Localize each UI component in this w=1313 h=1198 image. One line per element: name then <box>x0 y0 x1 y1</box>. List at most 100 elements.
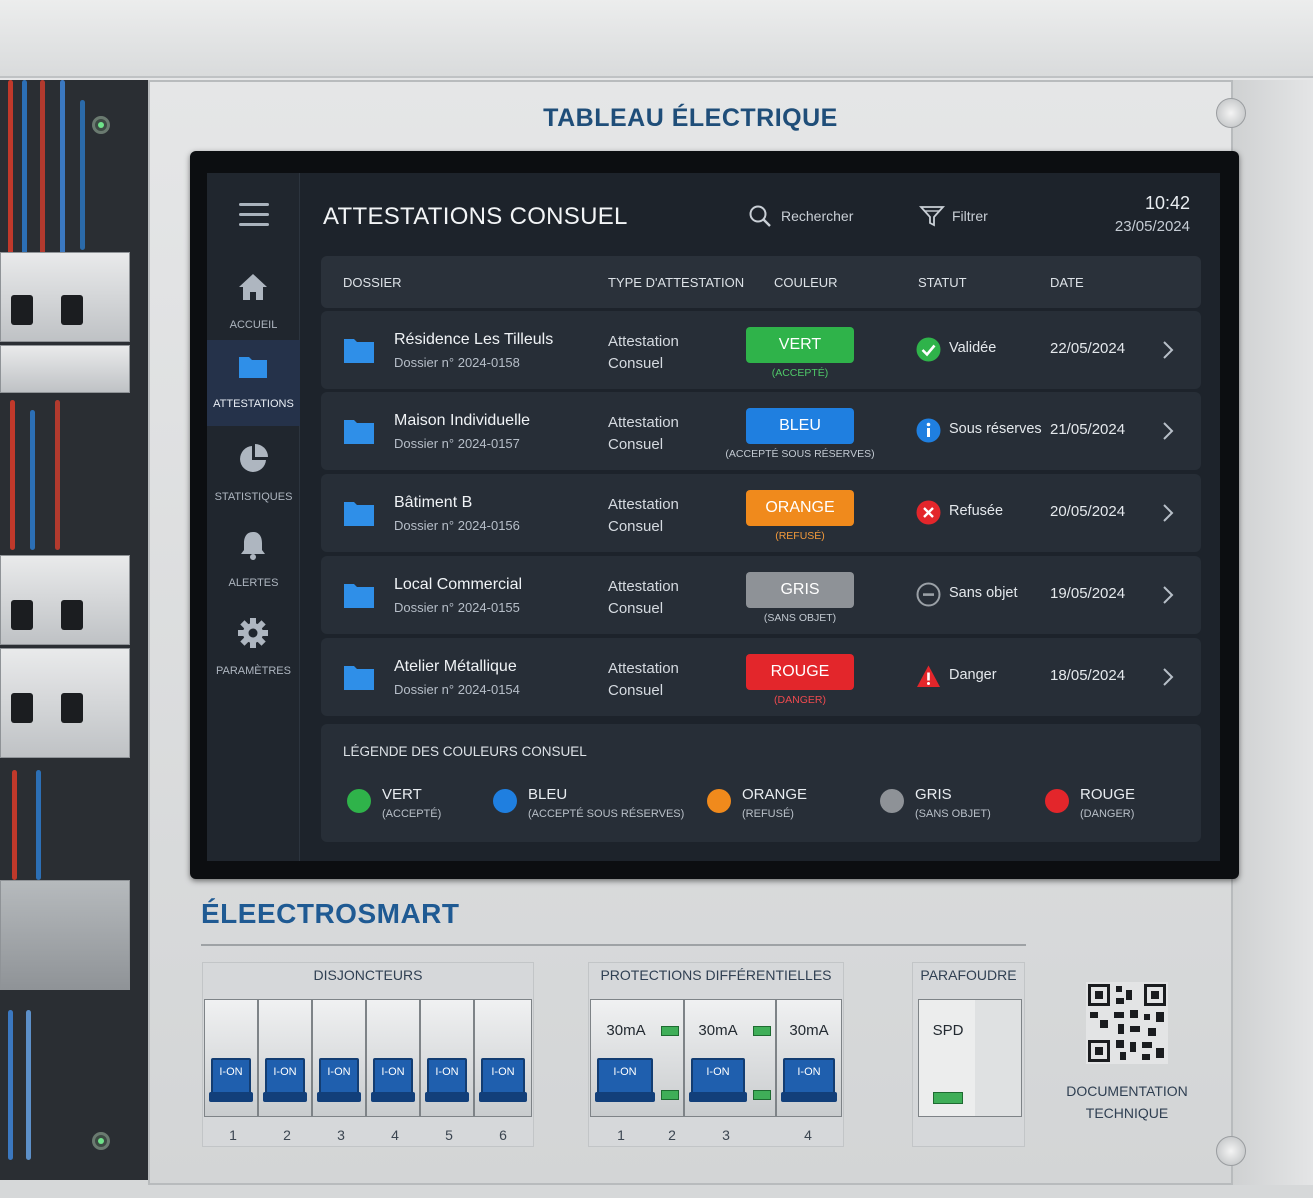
rcd-lever[interactable]: I-ON <box>689 1058 747 1102</box>
wire <box>26 1010 31 1160</box>
folder-icon <box>239 357 267 378</box>
folder-icon <box>344 420 374 444</box>
color-badge: ROUGE <box>746 654 854 690</box>
led-indicator <box>92 1132 110 1150</box>
chevron-right-icon[interactable] <box>1161 339 1175 361</box>
x-circle-icon <box>916 500 941 525</box>
col-statut: STATUT <box>918 275 967 290</box>
table-row[interactable]: Local Commercial Dossier n° 2024-0155 At… <box>321 556 1201 634</box>
panel-title: TABLEAU ÉLECTRIQUE <box>543 104 838 132</box>
rcd-2[interactable]: 30mA I-ON <box>684 999 776 1117</box>
legend-dot <box>1045 789 1069 813</box>
gear-icon <box>238 618 268 648</box>
table-row[interactable]: Résidence Les Tilleuls Dossier n° 2024-0… <box>321 311 1201 389</box>
search-label: Rechercher <box>781 208 854 224</box>
col-dossier: DOSSIER <box>343 275 402 290</box>
search-button[interactable]: Rechercher <box>747 203 853 229</box>
breaker-lever[interactable]: I-ON <box>371 1058 415 1102</box>
folder-icon <box>344 666 374 690</box>
status-text: Danger <box>949 667 997 683</box>
nav-statistiques[interactable]: STATISTIQUES <box>207 433 300 519</box>
breaker-6[interactable]: I-ON <box>474 999 532 1117</box>
touch-screen: ACCUEIL ATTESTATIONS STATISTIQUES ALERTE… <box>207 173 1220 861</box>
col-type: TYPE D'ATTESTATION <box>608 275 745 290</box>
nav-parametres[interactable]: PARAMÈTRES <box>207 607 300 693</box>
breaker-2[interactable]: I-ON <box>258 999 312 1117</box>
chevron-right-icon[interactable] <box>1161 502 1175 524</box>
rcd-lever[interactable]: I-ON <box>781 1058 837 1102</box>
filter-button[interactable]: Filtrer <box>919 203 988 229</box>
documentation-link[interactable]: DOCUMENTATION TECHNIQUE <box>1050 1080 1204 1124</box>
breaker-handle <box>11 693 33 723</box>
clock: 10:42 23/05/2024 <box>1115 193 1190 235</box>
spd-label: SPD <box>932 1022 964 1039</box>
color-sub: (ACCEPTÉ) <box>771 367 829 379</box>
nav-attestations[interactable]: ATTESTATIONS <box>207 340 300 426</box>
indicator-lamp <box>753 1026 771 1036</box>
group-title: PROTECTIONS DIFFÉRENTIELLES <box>600 967 832 983</box>
disjoncteurs-group: DISJONCTEURS I-ON I-ON I-ON I-ON I-ON I-… <box>202 962 534 1147</box>
indicator-lamp <box>753 1090 771 1100</box>
chevron-right-icon[interactable] <box>1161 420 1175 442</box>
filter-icon <box>919 206 945 227</box>
breaker-handle <box>61 600 83 630</box>
breaker-lever[interactable]: I-ON <box>209 1058 253 1102</box>
breaker-1[interactable]: I-ON <box>204 999 258 1117</box>
col-date: DATE <box>1050 275 1084 290</box>
wire <box>55 400 60 550</box>
breaker-lever[interactable]: I-ON <box>479 1058 527 1102</box>
wire <box>36 770 41 880</box>
nav-label: ALERTES <box>228 577 279 589</box>
status-text: Validée <box>949 340 997 356</box>
qr-code-icon[interactable] <box>1086 982 1168 1064</box>
info-circle-icon <box>916 418 941 443</box>
legend-name: ROUGE <box>1080 786 1136 803</box>
breaker-lever[interactable]: I-ON <box>263 1058 307 1102</box>
breaker-number: 3 <box>337 1127 345 1143</box>
breaker-lever[interactable]: I-ON <box>425 1058 469 1102</box>
chevron-right-icon[interactable] <box>1161 584 1175 606</box>
folder-icon <box>344 584 374 608</box>
legend-sub: (SANS OBJET) <box>915 808 991 820</box>
indicator-lamp <box>661 1026 679 1036</box>
legend-sub: (DANGER) <box>1080 808 1135 820</box>
wire <box>12 770 17 880</box>
row-date: 18/05/2024 <box>1050 667 1126 684</box>
color-badge: ORANGE <box>746 490 854 526</box>
doc-line2: TECHNIQUE <box>1085 1105 1169 1121</box>
nav-alertes[interactable]: ALERTES <box>207 519 300 605</box>
minus-circle-icon <box>916 582 941 607</box>
nav-accueil[interactable]: ACCUEIL <box>207 261 300 347</box>
breaker-number: 4 <box>391 1127 399 1143</box>
breaker-module <box>0 345 130 393</box>
dossier-name: Maison Individuelle <box>394 412 531 429</box>
breaker-handle <box>11 600 33 630</box>
dossier-name: Local Commercial <box>394 576 523 593</box>
wire <box>60 80 65 260</box>
chevron-right-icon[interactable] <box>1161 666 1175 688</box>
breaker-lever[interactable]: I-ON <box>317 1058 361 1102</box>
hamburger-menu-icon[interactable] <box>239 203 269 227</box>
legend-title: LÉGENDE DES COULEURS CONSUEL <box>343 744 587 759</box>
breaker-4[interactable]: I-ON <box>366 999 420 1117</box>
doc-line1: DOCUMENTATION <box>1066 1083 1188 1099</box>
home-icon <box>239 274 267 300</box>
rcd-rating: 30mA <box>789 1022 829 1039</box>
divider <box>201 944 1026 946</box>
clock-time: 10:42 <box>1144 193 1190 213</box>
breaker-5[interactable]: I-ON <box>420 999 474 1117</box>
table-row[interactable]: Maison Individuelle Dossier n° 2024-0157… <box>321 392 1201 470</box>
warning-triangle-icon <box>917 665 940 687</box>
rcd-3[interactable]: 30mA I-ON <box>776 999 842 1117</box>
clock-date: 23/05/2024 <box>1114 218 1190 235</box>
open-cabinet <box>0 80 148 1180</box>
rcd-lever[interactable]: I-ON <box>595 1058 655 1102</box>
row-date: 21/05/2024 <box>1050 421 1126 438</box>
legend-name: ORANGE <box>742 786 808 803</box>
table-row[interactable]: Atelier Métallique Dossier n° 2024-0154 … <box>321 638 1201 716</box>
breaker-3[interactable]: I-ON <box>312 999 366 1117</box>
breaker-handle <box>61 693 83 723</box>
col-couleur: COULEUR <box>774 275 838 290</box>
rcd-1[interactable]: 30mA I-ON <box>590 999 684 1117</box>
table-row[interactable]: Bâtiment B Dossier n° 2024-0156 Attestat… <box>321 474 1201 552</box>
